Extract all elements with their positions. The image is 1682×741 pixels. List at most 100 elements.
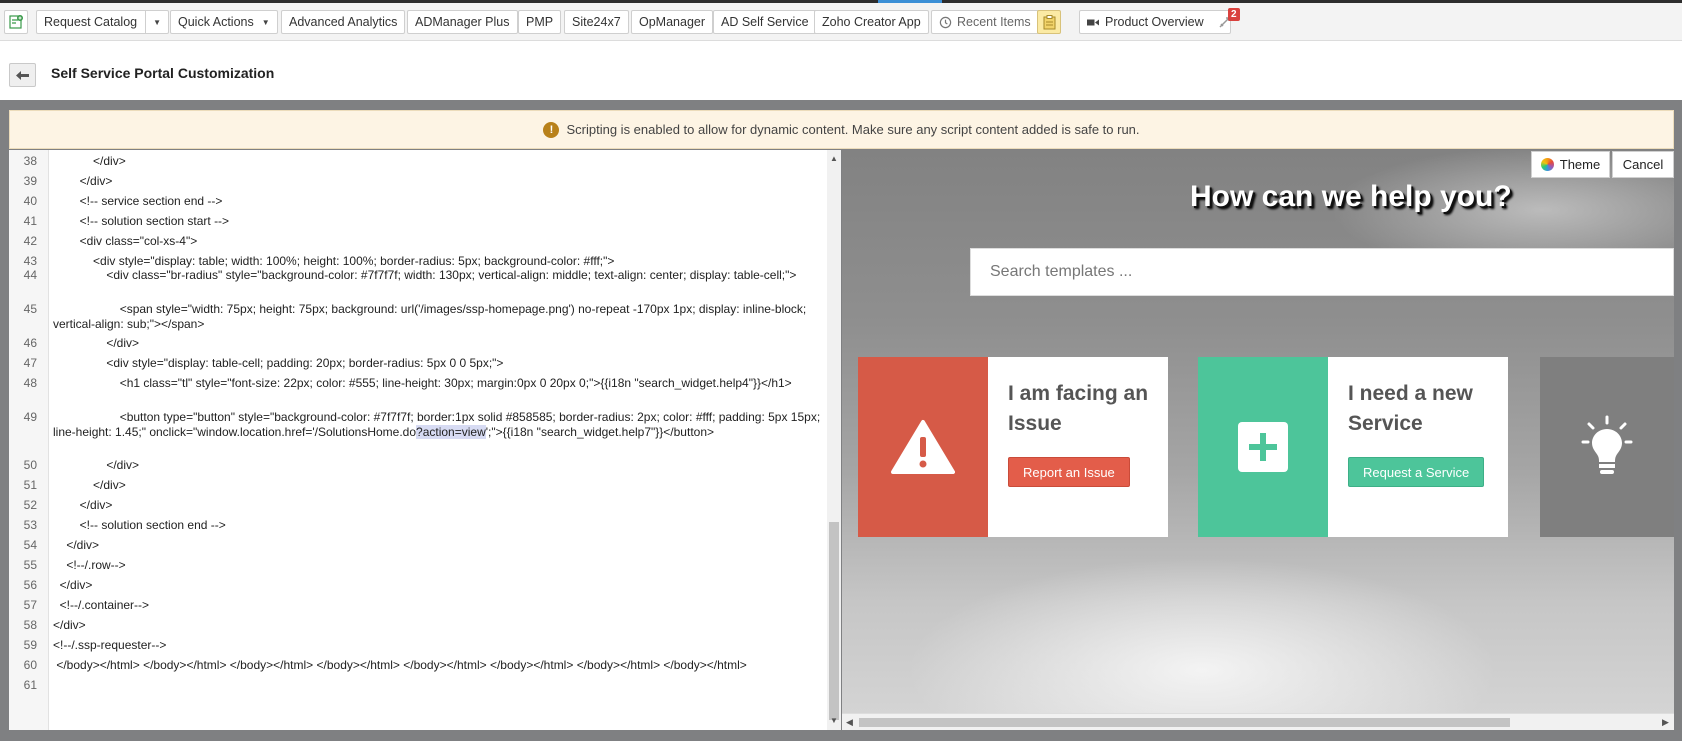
theme-button[interactable]: Theme — [1531, 151, 1610, 178]
opmanager-button[interactable]: OpManager — [631, 10, 714, 34]
code-text[interactable]: </div> — [53, 154, 831, 169]
preview-horizontal-scrollbar[interactable]: ◀ ▶ — [842, 713, 1674, 730]
back-button[interactable] — [9, 63, 36, 87]
line-number: 49 — [23, 410, 37, 424]
code-text[interactable]: </div> — [53, 336, 831, 351]
line-number: 61 — [23, 678, 37, 692]
video-icon — [1087, 18, 1099, 27]
recent-items-button[interactable]: Recent Items — [931, 10, 1039, 34]
line-number: 42 — [23, 234, 37, 248]
search-templates-input[interactable]: Search templates ... — [970, 248, 1674, 296]
code-text[interactable]: </div> — [53, 174, 831, 189]
ad-self-service-label: AD Self Service — [721, 15, 809, 29]
code-text[interactable]: </body></html> </body></html> </body></h… — [53, 658, 831, 673]
code-text[interactable]: <div style="display: table-cell; padding… — [53, 356, 831, 371]
theme-label: Theme — [1559, 157, 1601, 172]
code-editor[interactable]: 38 </div> 39 </div> 40 <!-- service sectio… — [9, 150, 841, 730]
advanced-analytics-button[interactable]: Advanced Analytics — [281, 10, 406, 34]
clipboard-icon[interactable] — [1037, 10, 1061, 34]
line-number: 40 — [23, 194, 37, 208]
code-text[interactable]: </div> — [53, 478, 831, 493]
code-text-segment: ';">{{i18n "search_widget.help7"}}</butt… — [485, 425, 715, 439]
card-request-service[interactable]: I need a new Service Request a Service — [1198, 357, 1508, 537]
scroll-left-icon[interactable]: ◀ — [846, 717, 853, 728]
admanager-plus-button[interactable]: ADManager Plus — [407, 10, 518, 34]
code-text[interactable]: </div> — [53, 618, 831, 633]
preview-scroll-thumb[interactable] — [859, 718, 1510, 727]
card-title: I need a new Service — [1348, 382, 1473, 435]
line-number: 45 — [23, 302, 37, 316]
line-number: 60 — [23, 658, 37, 672]
line-number: 50 — [23, 458, 37, 472]
card-icon-panel — [1198, 357, 1328, 537]
zoho-creator-app-button[interactable]: Zoho Creator App — [814, 10, 929, 34]
card-solutions[interactable] — [1540, 357, 1674, 537]
line-number: 43 — [23, 254, 37, 268]
scroll-down-icon[interactable]: ▼ — [829, 716, 839, 726]
editor-scroll-thumb[interactable] — [829, 522, 839, 720]
line-number: 59 — [23, 638, 37, 652]
warning-icon: ! — [543, 121, 560, 138]
code-text[interactable]: <h1 class="tl" style="font-size: 22px; c… — [53, 376, 831, 391]
editor-vertical-scrollbar[interactable]: ▲ ▼ — [827, 150, 841, 730]
cancel-button[interactable]: Cancel — [1612, 151, 1674, 178]
code-text[interactable]: <div class="br-radius" style="background… — [53, 268, 831, 283]
request-service-button[interactable]: Request a Service — [1348, 457, 1485, 487]
scroll-up-icon[interactable]: ▲ — [829, 154, 839, 164]
quick-actions-button[interactable]: Quick Actions ▼ — [170, 10, 278, 34]
new-request-icon[interactable] — [4, 10, 28, 34]
code-text[interactable]: <!--/.container--> — [53, 598, 831, 613]
top-accent-bar — [0, 0, 1682, 3]
notice-text: Scripting is enabled to allow for dynami… — [566, 122, 1140, 137]
cancel-label: Cancel — [1622, 157, 1664, 172]
arrow-left-icon — [16, 70, 29, 81]
history-icon — [939, 16, 952, 29]
admanager-plus-label: ADManager Plus — [415, 15, 510, 29]
line-number: 56 — [23, 578, 37, 592]
code-text[interactable]: <!-- solution section end --> — [53, 518, 831, 533]
advanced-analytics-label: Advanced Analytics — [289, 15, 398, 29]
pmp-button[interactable]: PMP — [518, 10, 562, 34]
pmp-label: PMP — [526, 15, 554, 29]
quick-actions-label: Quick Actions — [178, 15, 254, 29]
code-text[interactable]: <!--/.row--> — [53, 558, 831, 573]
code-text[interactable]: <!-- service section end --> — [53, 194, 831, 209]
selected-text: ?action=view — [416, 425, 486, 439]
code-text[interactable]: </div> — [53, 498, 831, 513]
code-text[interactable]: <div style="display: table; width: 100%;… — [53, 254, 831, 269]
code-text[interactable]: </div> — [53, 578, 831, 593]
line-number: 47 — [23, 356, 37, 370]
line-number: 41 — [23, 214, 37, 228]
line-number: 52 — [23, 498, 37, 512]
palette-icon — [1540, 158, 1554, 171]
line-number: 38 — [23, 154, 37, 168]
code-text[interactable]: <!-- solution section start --> — [53, 214, 831, 229]
opmanager-label: OpManager — [639, 15, 706, 29]
line-number: 48 — [23, 376, 37, 390]
line-number: 39 — [23, 174, 37, 188]
notification-badge[interactable]: 2 — [1228, 8, 1240, 21]
code-text[interactable]: <span style="width: 75px; height: 75px; … — [53, 302, 831, 332]
code-text[interactable]: <!--/.ssp-requester--> — [53, 638, 831, 653]
line-number: 55 — [23, 558, 37, 572]
request-catalog-button[interactable]: Request Catalog ▼ — [36, 10, 170, 34]
zoho-creator-app-label: Zoho Creator App — [822, 15, 921, 29]
card-report-issue[interactable]: I am facing an Issue Report an Issue — [858, 357, 1168, 537]
card-title: I am facing an Issue — [1008, 382, 1149, 435]
report-issue-button[interactable]: Report an Issue — [1008, 457, 1130, 487]
code-text[interactable]: <button type="button" style="background-… — [53, 410, 831, 440]
code-text[interactable]: <div class="col-xs-4"> — [53, 234, 831, 249]
scroll-right-icon[interactable]: ▶ — [1662, 717, 1669, 728]
card-icon-panel — [858, 357, 988, 537]
code-text[interactable]: </div> — [53, 458, 831, 473]
line-number: 44 — [23, 268, 37, 282]
line-number: 53 — [23, 518, 37, 532]
code-text[interactable]: </div> — [53, 538, 831, 553]
line-number: 57 — [23, 598, 37, 612]
product-overview-button[interactable]: Product Overview — [1079, 10, 1231, 34]
site24x7-button[interactable]: Site24x7 — [564, 10, 629, 34]
ad-self-service-button[interactable]: AD Self Service — [713, 10, 817, 34]
product-overview-label: Product Overview — [1105, 15, 1204, 29]
hero-heading: How can we help you? — [1190, 180, 1512, 213]
chevron-down-icon[interactable]: ▼ — [145, 11, 168, 33]
